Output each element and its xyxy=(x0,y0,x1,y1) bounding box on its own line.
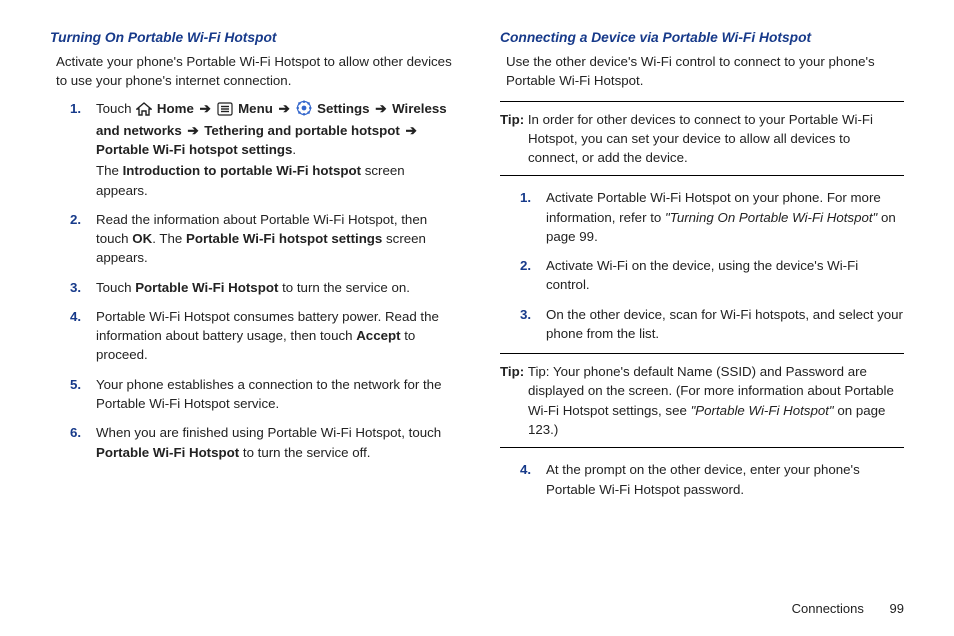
two-column-layout: Turning On Portable Wi-Fi Hotspot Activa… xyxy=(50,28,904,593)
home-label: Home xyxy=(157,101,198,116)
text: to turn the service on. xyxy=(278,280,410,295)
tethering-label: Tethering and portable hotspot xyxy=(204,123,403,138)
step-4-left: Portable Wi-Fi Hotspot consumes battery … xyxy=(78,307,454,365)
text: . The xyxy=(152,231,186,246)
tip-content: Tip: In order for other devices to conne… xyxy=(500,110,904,168)
step-3-left: Touch Portable Wi-Fi Hotspot to turn the… xyxy=(78,278,454,297)
tip-label: Tip: xyxy=(500,364,528,379)
footer-section: Connections xyxy=(792,601,864,616)
text: Activate Wi-Fi on the device, using the … xyxy=(546,258,858,292)
cross-reference: "Portable Wi-Fi Hotspot" xyxy=(691,403,834,418)
portable-settings-label: Portable Wi-Fi hotspot settings xyxy=(96,142,292,157)
step-1-left: Touch Home ➔ Menu ➔ Settings xyxy=(78,99,454,200)
menu-icon xyxy=(217,102,233,121)
tip-box-2: Tip: Tip: Your phone's default Name (SSI… xyxy=(500,353,904,448)
ok-label: OK xyxy=(132,231,152,246)
steps-list-right-b: At the prompt on the other device, enter… xyxy=(500,460,904,499)
tip-label: Tip: xyxy=(500,112,528,127)
settings-label: Settings xyxy=(317,101,373,116)
accept-label: Accept xyxy=(356,328,400,343)
pwh-label: Portable Wi-Fi Hotspot xyxy=(96,445,239,460)
step-3-right: On the other device, scan for Wi-Fi hots… xyxy=(528,305,904,344)
arrow-icon: ➔ xyxy=(187,121,198,140)
home-icon xyxy=(136,102,152,121)
step-4-right: At the prompt on the other device, enter… xyxy=(528,460,904,499)
arrow-icon: ➔ xyxy=(405,121,416,140)
settings-icon xyxy=(296,100,312,121)
steps-list-left: Touch Home ➔ Menu ➔ Settings xyxy=(50,99,454,462)
pwh-label: Portable Wi-Fi Hotspot xyxy=(135,280,278,295)
tip-content: Tip: Tip: Your phone's default Name (SSI… xyxy=(500,362,904,439)
period: . xyxy=(292,142,296,157)
step-6-left: When you are finished using Portable Wi-… xyxy=(78,423,454,462)
tip-body: In order for other devices to connect to… xyxy=(528,112,873,166)
arrow-icon: ➔ xyxy=(279,99,290,118)
text: The xyxy=(96,163,123,178)
footer-page-number: 99 xyxy=(890,601,904,616)
step-5-left: Your phone establishes a connection to t… xyxy=(78,375,454,414)
step-2-right: Activate Wi-Fi on the device, using the … xyxy=(528,256,904,295)
document-page: Turning On Portable Wi-Fi Hotspot Activa… xyxy=(0,0,954,636)
steps-list-right-a: Activate Portable Wi-Fi Hotspot on your … xyxy=(500,188,904,343)
intro-screen-label: Introduction to portable Wi-Fi hotspot xyxy=(123,163,361,178)
section-heading-left: Turning On Portable Wi-Fi Hotspot xyxy=(50,28,454,48)
text: On the other device, scan for Wi-Fi hots… xyxy=(546,307,903,341)
cross-reference: "Turning On Portable Wi-Fi Hotspot" xyxy=(665,210,877,225)
step-1-subtext: The Introduction to portable Wi-Fi hotsp… xyxy=(96,161,454,200)
arrow-icon: ➔ xyxy=(375,99,386,118)
tip-box-1: Tip: In order for other devices to conne… xyxy=(500,101,904,177)
step-1-right: Activate Portable Wi-Fi Hotspot on your … xyxy=(528,188,904,246)
text: to turn the service off. xyxy=(239,445,370,460)
page-footer: Connections 99 xyxy=(50,593,904,616)
step-text: Touch xyxy=(96,101,135,116)
text: Your phone establishes a connection to t… xyxy=(96,377,441,411)
text: When you are finished using Portable Wi-… xyxy=(96,425,441,440)
arrow-icon: ➔ xyxy=(200,99,211,118)
right-column: Connecting a Device via Portable Wi-Fi H… xyxy=(500,28,904,593)
intro-text-left: Activate your phone's Portable Wi-Fi Hot… xyxy=(56,52,454,91)
settings-screen-label: Portable Wi-Fi hotspot settings xyxy=(186,231,382,246)
intro-text-right: Use the other device's Wi-Fi control to … xyxy=(506,52,904,91)
section-heading-right: Connecting a Device via Portable Wi-Fi H… xyxy=(500,28,904,48)
text: At the prompt on the other device, enter… xyxy=(546,462,860,496)
menu-label: Menu xyxy=(238,101,276,116)
left-column: Turning On Portable Wi-Fi Hotspot Activa… xyxy=(50,28,454,593)
step-2-left: Read the information about Portable Wi-F… xyxy=(78,210,454,268)
text: Touch xyxy=(96,280,135,295)
